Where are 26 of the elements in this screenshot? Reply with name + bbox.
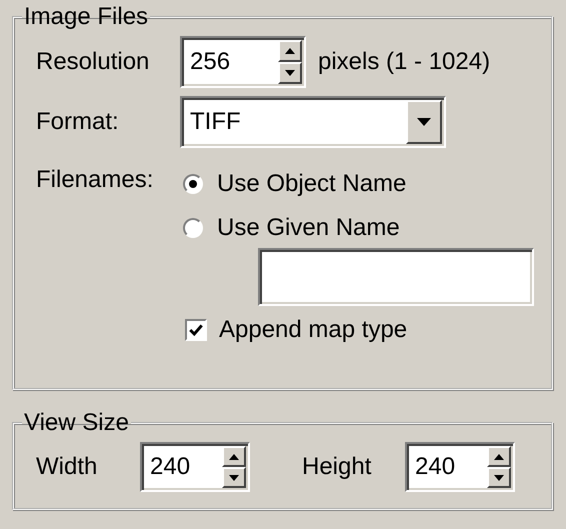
checkbox[interactable] xyxy=(185,319,207,341)
radio-button[interactable] xyxy=(183,218,203,238)
spin-down-icon[interactable] xyxy=(222,467,246,488)
spin-up-icon[interactable] xyxy=(487,446,511,467)
given-name-field[interactable] xyxy=(258,248,534,306)
field-label: Width xyxy=(36,453,98,481)
format-dropdown[interactable]: TIFF xyxy=(180,96,446,148)
spin-down-icon[interactable] xyxy=(487,467,511,488)
spin-up-icon[interactable] xyxy=(222,446,246,467)
width-spinbox[interactable]: 240 xyxy=(140,442,250,492)
field-label: Filenames: xyxy=(36,166,154,194)
field-label: Resolution xyxy=(36,48,150,76)
range-label: pixels (1 - 1024) xyxy=(318,48,490,76)
radio-button[interactable] xyxy=(183,174,203,194)
radio-label: Use Given Name xyxy=(217,214,400,242)
checkmark-icon xyxy=(188,322,204,338)
field-label: Format: xyxy=(36,108,120,136)
field-label: Height xyxy=(302,453,372,481)
radio-label: Use Object Name xyxy=(217,170,406,198)
height-spinbox[interactable]: 240 xyxy=(405,442,515,492)
group-title: Image Files xyxy=(23,4,150,30)
checkbox-label: Append map type xyxy=(219,316,408,344)
resolution-spinbox[interactable]: 256 xyxy=(180,36,306,88)
spin-up-icon[interactable] xyxy=(278,40,302,62)
spin-down-icon[interactable] xyxy=(278,62,302,84)
group-title: View Size xyxy=(23,410,130,436)
